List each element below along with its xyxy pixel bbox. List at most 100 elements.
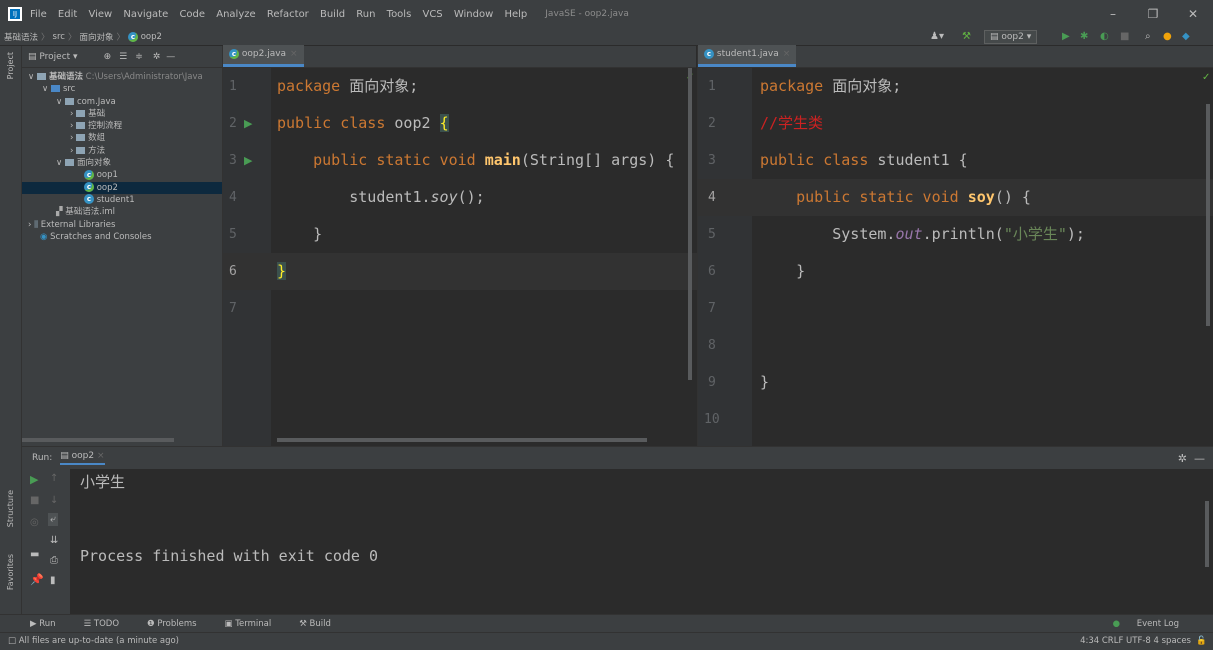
project-scrollbar[interactable]	[22, 438, 174, 442]
run-main-gutter-icon[interactable]: ▶	[244, 142, 252, 179]
root-name: 基础语法	[48, 72, 83, 82]
project-view-select[interactable]: ▤ Project ▾	[28, 52, 78, 62]
menu-code[interactable]: Code	[179, 9, 205, 20]
minimize-icon[interactable]: –	[1093, 0, 1133, 28]
todo-tool-button[interactable]: ☰ TODO	[84, 619, 133, 629]
tree-item-basics[interactable]: › 基础	[22, 108, 222, 120]
hide-icon[interactable]: —	[1194, 452, 1205, 465]
right-code-area[interactable]: 1 2 3 4 5 6 7 8 9 10 ✓ package 面向对象; //学…	[698, 68, 1213, 446]
build-hammer-icon[interactable]: ⚒	[962, 28, 971, 46]
tree-item-root[interactable]: ∨ 基础语法 C:\Users\Administrator\Java	[22, 71, 222, 83]
menu-view[interactable]: View	[88, 9, 112, 20]
down-arrow-icon[interactable]: ↓	[50, 495, 58, 506]
stop-icon[interactable]: ■	[30, 495, 39, 506]
line-number: 8	[708, 338, 716, 353]
locate-icon[interactable]: ⊕	[104, 52, 112, 62]
run-label: Run:	[32, 453, 53, 463]
camera-icon[interactable]: ◎	[30, 517, 39, 528]
update-icon[interactable]: ●	[1163, 28, 1172, 46]
menu-analyze[interactable]: Analyze	[216, 9, 255, 20]
favorites-tool-button[interactable]: Favorites	[6, 554, 15, 590]
code-token: oop2	[385, 114, 440, 132]
structure-tool-button[interactable]: Structure	[6, 490, 15, 527]
status-info[interactable]: 4:34 CRLF UTF-8 4 spaces	[1080, 633, 1191, 650]
menu-file[interactable]: File	[30, 9, 47, 20]
hide-icon[interactable]: —	[166, 52, 175, 62]
plugin-icon[interactable]: ◆	[1182, 28, 1190, 46]
project-tool-button[interactable]: Project	[6, 52, 15, 79]
tree-item-student1[interactable]: c student1	[22, 194, 222, 206]
user-icon[interactable]: ♟▾	[930, 28, 944, 46]
code-line-4: student1.soy();	[277, 179, 697, 216]
tree-item-src[interactable]: ∨ src	[22, 83, 222, 95]
menu-tools[interactable]: Tools	[387, 9, 412, 20]
gear-icon[interactable]: ✲	[153, 52, 161, 62]
tree-item-oop[interactable]: ∨ 面向对象	[22, 157, 222, 169]
tab-student1-java[interactable]: c student1.java ×	[698, 45, 797, 67]
tree-item-iml[interactable]: ▞ 基础语法.iml	[22, 206, 222, 218]
menu-vcs[interactable]: VCS	[422, 9, 442, 20]
code-line-2: //学生类	[760, 105, 1213, 142]
search-icon[interactable]: ⌕	[1145, 28, 1151, 46]
tree-label: Scratches and Consoles	[50, 231, 152, 242]
tree-item-scratches[interactable]: ◉ Scratches and Consoles	[22, 231, 222, 243]
run-icon[interactable]: ▶	[1062, 28, 1070, 46]
menu-build[interactable]: Build	[320, 9, 345, 20]
lock-icon[interactable]: 🔓	[1196, 633, 1207, 650]
tree-item-control-flow[interactable]: › 控制流程	[22, 120, 222, 132]
breadcrumb-package[interactable]: 面向对象	[79, 31, 113, 43]
run-config-select[interactable]: ▤ oop2 ▾	[984, 30, 1038, 44]
code-line-6: }	[760, 253, 1213, 290]
breadcrumb-project[interactable]: 基础语法	[4, 31, 38, 43]
tree-item-oop1[interactable]: c oop1	[22, 169, 222, 181]
build-tool-button[interactable]: ⚒ Build	[299, 619, 345, 629]
trash-icon[interactable]: ▮	[50, 575, 56, 586]
breadcrumb-src[interactable]: src	[53, 32, 65, 42]
tree-item-array[interactable]: › 数组	[22, 132, 222, 144]
gear-icon[interactable]: ✲	[1178, 452, 1187, 465]
project-title: Project	[39, 51, 71, 62]
collapse-icon[interactable]: ☰	[119, 52, 127, 62]
event-log-label: Event Log	[1136, 618, 1179, 629]
tree-item-method[interactable]: › 方法	[22, 145, 222, 157]
left-editor-hscroll[interactable]	[277, 438, 647, 442]
right-editor-vscroll[interactable]	[1206, 104, 1210, 326]
line-number: 9	[708, 375, 716, 390]
left-code-area[interactable]: 1 2 3 4 5 6 7 ▶ ▶ ✓ package 面向对象; public…	[223, 68, 697, 446]
close-icon[interactable]: ✕	[1173, 0, 1213, 28]
tree-item-com-java[interactable]: ∨ com.Java	[22, 96, 222, 108]
terminal-tool-button[interactable]: ▣ Terminal	[225, 619, 286, 629]
tool-label: Terminal	[235, 618, 272, 629]
rerun-icon[interactable]: ▶	[30, 473, 38, 486]
console-scrollbar[interactable]	[1205, 501, 1209, 567]
menu-run[interactable]: Run	[356, 9, 375, 20]
menu-help[interactable]: Help	[504, 9, 527, 20]
problems-tool-button[interactable]: ❶ Problems	[147, 619, 211, 629]
scroll-to-end-icon[interactable]: ⇊	[50, 535, 58, 546]
print-icon[interactable]: ⎙	[50, 555, 58, 566]
tree-item-oop2[interactable]: c oop2	[22, 181, 222, 194]
run-class-gutter-icon[interactable]: ▶	[244, 105, 252, 142]
debug-icon[interactable]: ✱	[1080, 28, 1088, 46]
left-editor-vscroll[interactable]	[688, 68, 692, 380]
layout-icon[interactable]: ▬	[30, 549, 39, 560]
pin-icon[interactable]: 📌	[30, 573, 44, 586]
menu-refactor[interactable]: Refactor	[267, 9, 309, 20]
menu-window[interactable]: Window	[454, 9, 493, 20]
stop-icon[interactable]: ■	[1120, 28, 1129, 46]
status-window-icon[interactable]: □	[8, 636, 16, 646]
restore-icon[interactable]: ❐	[1133, 0, 1173, 28]
expand-icon[interactable]: ≑	[135, 52, 143, 62]
menu-edit[interactable]: Edit	[58, 9, 77, 20]
up-arrow-icon[interactable]: ↑	[50, 473, 58, 484]
menu-navigate[interactable]: Navigate	[123, 9, 168, 20]
coverage-icon[interactable]: ◐	[1100, 28, 1109, 46]
code-line-5: }	[277, 216, 697, 253]
tree-item-external-libraries[interactable]: › ⫼ External Libraries	[22, 219, 222, 231]
soft-wrap-icon[interactable]: ⤶	[48, 513, 58, 526]
tab-oop2-java[interactable]: c oop2.java ×	[223, 45, 304, 67]
breadcrumb-class[interactable]: oop2	[141, 32, 162, 42]
run-tool-button[interactable]: ▶ Run	[30, 619, 70, 629]
run-tab-oop2[interactable]: ▤ oop2 ×	[60, 451, 105, 465]
event-log-button[interactable]: ● Event Log	[1113, 619, 1193, 629]
